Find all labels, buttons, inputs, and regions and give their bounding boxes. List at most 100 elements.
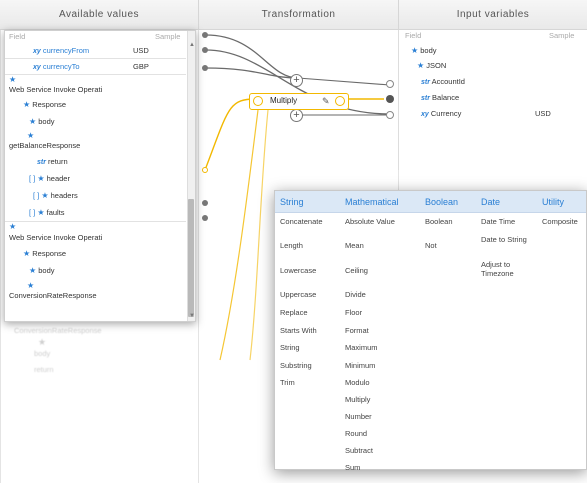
tree-node[interactable]: xy Currency xyxy=(421,109,461,118)
tab-string[interactable]: String xyxy=(280,191,304,213)
field-header: Field xyxy=(405,31,422,40)
function-item[interactable]: Adjust to Timezone xyxy=(481,260,533,278)
scrollbar[interactable]: ▲ ▼ xyxy=(187,31,195,321)
function-item[interactable]: Sum xyxy=(345,463,360,472)
tree-node[interactable]: [ ] ★ header xyxy=(29,174,70,183)
tab-utility[interactable]: Utility xyxy=(542,191,564,213)
xy-type-icon: xy xyxy=(421,111,429,118)
connection-dot[interactable] xyxy=(202,200,208,206)
object-icon: ★ xyxy=(37,208,45,217)
field-row[interactable]: xy currencyFrom xyxy=(33,46,89,55)
tree-node[interactable]: Web Service Invoke Operati xyxy=(9,85,102,94)
function-item[interactable]: Minimum xyxy=(345,361,375,370)
sample-value: GBP xyxy=(133,62,149,71)
output-port-icon[interactable] xyxy=(335,96,345,106)
function-item[interactable]: Multiply xyxy=(345,395,370,404)
row-divider xyxy=(5,74,186,75)
function-item[interactable]: Composite xyxy=(542,217,578,226)
function-item[interactable]: Replace xyxy=(280,308,308,317)
object-icon: ★ xyxy=(27,281,35,290)
tree-node[interactable]: ConversionRateResponse xyxy=(9,291,97,300)
function-item[interactable]: Subtract xyxy=(345,446,373,455)
function-item[interactable]: Not xyxy=(425,241,437,250)
function-item[interactable]: Starts With xyxy=(280,326,317,335)
array-icon: [ ] xyxy=(33,191,40,200)
function-item[interactable]: Length xyxy=(280,241,303,250)
tree-node[interactable]: str return xyxy=(37,157,68,166)
function-item[interactable]: String xyxy=(280,343,300,352)
function-item[interactable]: Trim xyxy=(280,378,295,387)
tree-node[interactable]: str AccountId xyxy=(421,77,465,86)
object-icon: ★ xyxy=(23,100,31,109)
tab-boolean[interactable]: Boolean xyxy=(425,191,458,213)
function-item[interactable]: Date Time xyxy=(481,217,515,226)
field-row[interactable]: xy currencyTo xyxy=(33,62,80,71)
xy-type-icon: xy xyxy=(33,48,41,55)
tree-node[interactable]: str Balance xyxy=(421,93,459,102)
row-divider xyxy=(5,58,186,59)
target-port-icon[interactable] xyxy=(386,80,394,88)
tab-mathematical[interactable]: Mathematical xyxy=(345,191,399,213)
tree-node[interactable]: [ ] ★ faults xyxy=(29,208,65,217)
multiply-function-node[interactable]: Multiply ✎ xyxy=(249,93,349,110)
function-item[interactable]: Absolute Value xyxy=(345,217,395,226)
tree-node[interactable]: Web Service Invoke Operati xyxy=(9,233,102,242)
connection-dot[interactable] xyxy=(202,65,208,71)
connection-dot[interactable] xyxy=(202,167,208,173)
field-header: Field xyxy=(9,32,26,41)
tree-node[interactable]: [ ] ★ headers xyxy=(33,191,78,200)
function-item[interactable]: Maximum xyxy=(345,343,378,352)
available-values-panel: Field Sample xy currencyFrom USD xy curr… xyxy=(4,30,196,322)
function-item[interactable]: Boolean xyxy=(425,217,453,226)
function-item[interactable]: Substring xyxy=(280,361,312,370)
array-icon: [ ] xyxy=(29,208,36,217)
function-picker: String Mathematical Boolean Date Utility… xyxy=(274,190,587,472)
function-item[interactable]: Concatenate xyxy=(280,217,323,226)
tab-date[interactable]: Date xyxy=(481,191,500,213)
ghost-row: return xyxy=(34,365,54,374)
function-node-label: Multiply xyxy=(270,96,298,105)
tree-node[interactable]: ★ body xyxy=(411,46,437,55)
add-input-button[interactable]: + xyxy=(290,109,303,122)
object-icon: ★ xyxy=(29,117,37,126)
function-item[interactable]: Format xyxy=(345,326,369,335)
scrollbar-thumb[interactable] xyxy=(188,199,194,317)
function-item[interactable]: Round xyxy=(345,429,367,438)
function-item[interactable]: Number xyxy=(345,412,372,421)
function-item[interactable]: Mean xyxy=(345,241,364,250)
connection-dot[interactable] xyxy=(202,215,208,221)
tree-node[interactable]: ★ body xyxy=(29,117,55,126)
available-values-header: Available values xyxy=(0,0,198,30)
tree-node[interactable]: ★ Response xyxy=(23,249,66,258)
scroll-up-icon[interactable]: ▲ xyxy=(189,42,195,48)
connector-line xyxy=(205,67,299,79)
object-icon: ★ xyxy=(29,266,37,275)
function-item[interactable]: Date to String xyxy=(481,235,527,244)
connection-dot[interactable] xyxy=(202,47,208,53)
sample-value: USD xyxy=(535,109,551,118)
sample-header: Sample xyxy=(155,32,181,41)
function-item[interactable]: Uppercase xyxy=(280,290,316,299)
edit-icon[interactable]: ✎ xyxy=(322,94,330,108)
target-port-icon[interactable] xyxy=(386,111,394,119)
object-icon: ★ xyxy=(23,249,31,258)
function-item[interactable]: Divide xyxy=(345,290,366,299)
target-port-icon[interactable] xyxy=(386,95,394,103)
function-item[interactable]: Lowercase xyxy=(280,266,316,275)
add-input-button[interactable]: + xyxy=(290,74,303,87)
input-port-icon[interactable] xyxy=(253,96,263,106)
string-type-icon: str xyxy=(421,79,430,86)
function-item[interactable]: Modulo xyxy=(345,378,370,387)
tree-node[interactable]: ★ JSON xyxy=(417,61,446,70)
input-variables-header: Input variables xyxy=(398,0,587,30)
scroll-down-icon[interactable]: ▼ xyxy=(189,313,195,319)
tree-node[interactable]: getBalanceResponse xyxy=(9,141,80,150)
frame-border xyxy=(0,30,1,483)
tree-node[interactable]: ★ body xyxy=(29,266,55,275)
function-item[interactable]: Floor xyxy=(345,308,362,317)
connection-dot[interactable] xyxy=(202,32,208,38)
row-divider xyxy=(5,221,186,222)
xy-type-icon: xy xyxy=(33,64,41,71)
function-item[interactable]: Ceiling xyxy=(345,266,368,275)
tree-node[interactable]: ★ Response xyxy=(23,100,66,109)
